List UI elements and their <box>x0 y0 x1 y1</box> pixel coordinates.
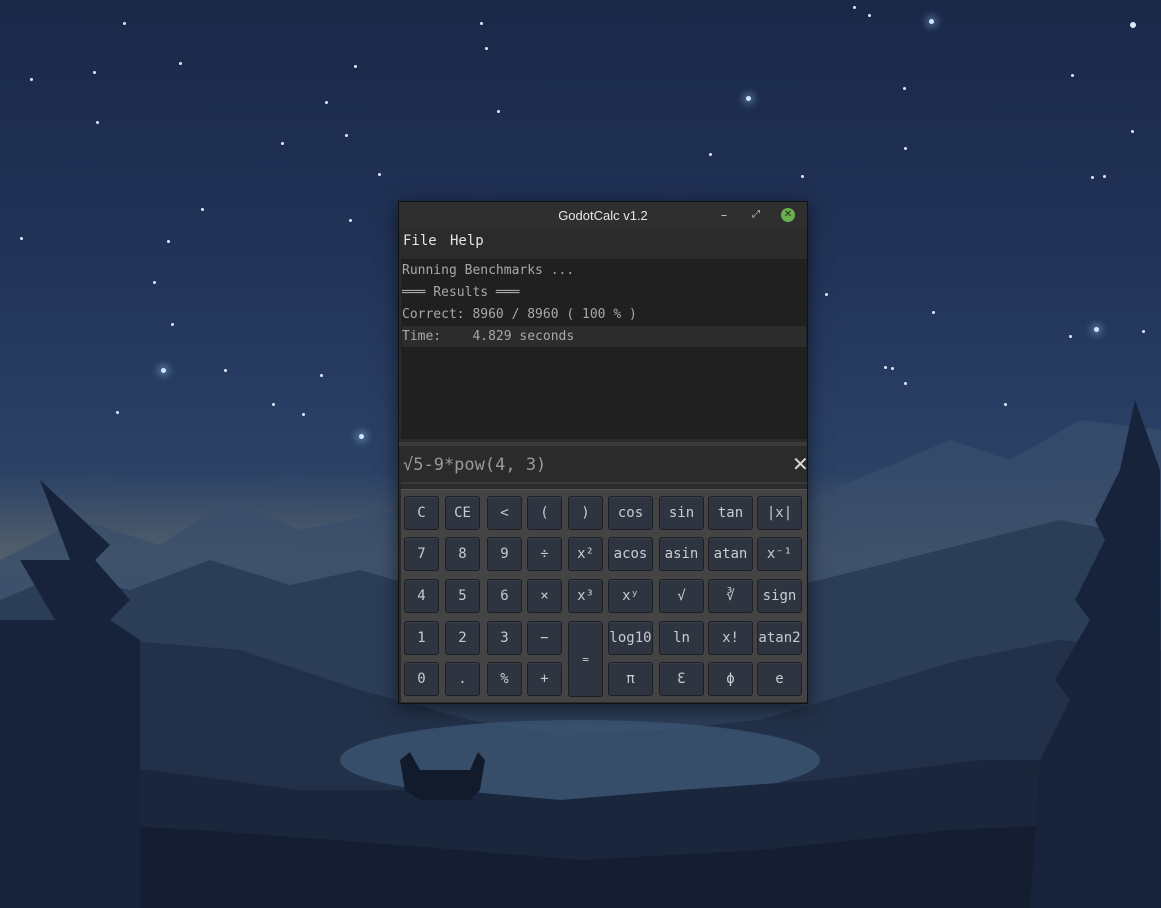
output-line: Time: 4.829 seconds <box>402 326 806 347</box>
menu-bar: File Help <box>399 229 807 255</box>
key-square[interactable]: x² <box>568 537 603 571</box>
key-percent[interactable]: % <box>487 662 522 696</box>
key-4[interactable]: 4 <box>404 579 439 613</box>
key-clear[interactable]: C <box>404 496 439 530</box>
key-clear-entry[interactable]: CE <box>445 496 480 530</box>
key-plus[interactable]: + <box>527 662 562 696</box>
key-log10[interactable]: log10 <box>608 621 653 655</box>
minimize-icon[interactable]: – <box>716 207 732 223</box>
key-dot[interactable]: . <box>445 662 480 696</box>
key-e[interactable]: e <box>757 662 802 696</box>
title-bar[interactable]: GodotCalc v1.2 – ⤢ ✕ <box>399 202 807 229</box>
divider <box>399 442 807 446</box>
clear-expression-icon[interactable]: ✕ <box>792 454 809 474</box>
key-ln[interactable]: ln <box>659 621 704 655</box>
key-epsilon[interactable]: Ɛ <box>659 662 704 696</box>
output-line: Running Benchmarks ... <box>402 263 575 278</box>
key-sin[interactable]: sin <box>659 496 704 530</box>
key-right-paren[interactable]: ) <box>568 496 603 530</box>
output-line: Correct: 8960 / 8960 ( 100 % ) <box>402 307 637 322</box>
key-backspace[interactable]: < <box>487 496 522 530</box>
key-8[interactable]: 8 <box>445 537 480 571</box>
key-pi[interactable]: π <box>608 662 653 696</box>
key-1[interactable]: 1 <box>404 621 439 655</box>
close-icon[interactable]: ✕ <box>781 208 795 222</box>
key-equals[interactable]: = <box>568 621 603 697</box>
key-9[interactable]: 9 <box>487 537 522 571</box>
output-line: ═══ Results ═══ <box>402 285 520 300</box>
key-acos[interactable]: acos <box>608 537 653 571</box>
key-multiply[interactable]: × <box>527 579 562 613</box>
key-power[interactable]: xʸ <box>608 579 653 613</box>
key-6[interactable]: 6 <box>487 579 522 613</box>
key-sqrt[interactable]: √ <box>659 579 704 613</box>
key-minus[interactable]: − <box>527 621 562 655</box>
menu-help[interactable]: Help <box>450 233 484 249</box>
window-title: GodotCalc v1.2 <box>558 208 648 223</box>
key-sign[interactable]: sign <box>757 579 802 613</box>
key-cbrt[interactable]: ∛ <box>708 579 753 613</box>
key-inverse[interactable]: x⁻¹ <box>757 537 802 571</box>
key-left-paren[interactable]: ( <box>527 496 562 530</box>
key-asin[interactable]: asin <box>659 537 704 571</box>
key-factorial[interactable]: x! <box>708 621 753 655</box>
expression-bar: ✕ <box>401 449 809 484</box>
key-atan2[interactable]: atan2 <box>757 621 802 655</box>
key-divide[interactable]: ÷ <box>527 537 562 571</box>
godotcalc-window: GodotCalc v1.2 – ⤢ ✕ File Help Running B… <box>398 201 809 704</box>
key-cos[interactable]: cos <box>608 496 653 530</box>
key-abs[interactable]: |x| <box>757 496 802 530</box>
key-atan[interactable]: atan <box>708 537 753 571</box>
output-console: Running Benchmarks ... ═══ Results ═══ C… <box>401 259 807 439</box>
maximize-icon[interactable]: ⤢ <box>748 207 764 223</box>
key-cube[interactable]: x³ <box>568 579 603 613</box>
key-phi[interactable]: ϕ <box>708 662 753 696</box>
expression-input[interactable] <box>401 449 783 480</box>
keypad: C CE < ( ) cos sin tan |x| 7 8 9 ÷ x² ac… <box>401 489 807 702</box>
key-2[interactable]: 2 <box>445 621 480 655</box>
key-0[interactable]: 0 <box>404 662 439 696</box>
key-tan[interactable]: tan <box>708 496 753 530</box>
menu-file[interactable]: File <box>403 233 437 249</box>
key-7[interactable]: 7 <box>404 537 439 571</box>
key-5[interactable]: 5 <box>445 579 480 613</box>
key-3[interactable]: 3 <box>487 621 522 655</box>
